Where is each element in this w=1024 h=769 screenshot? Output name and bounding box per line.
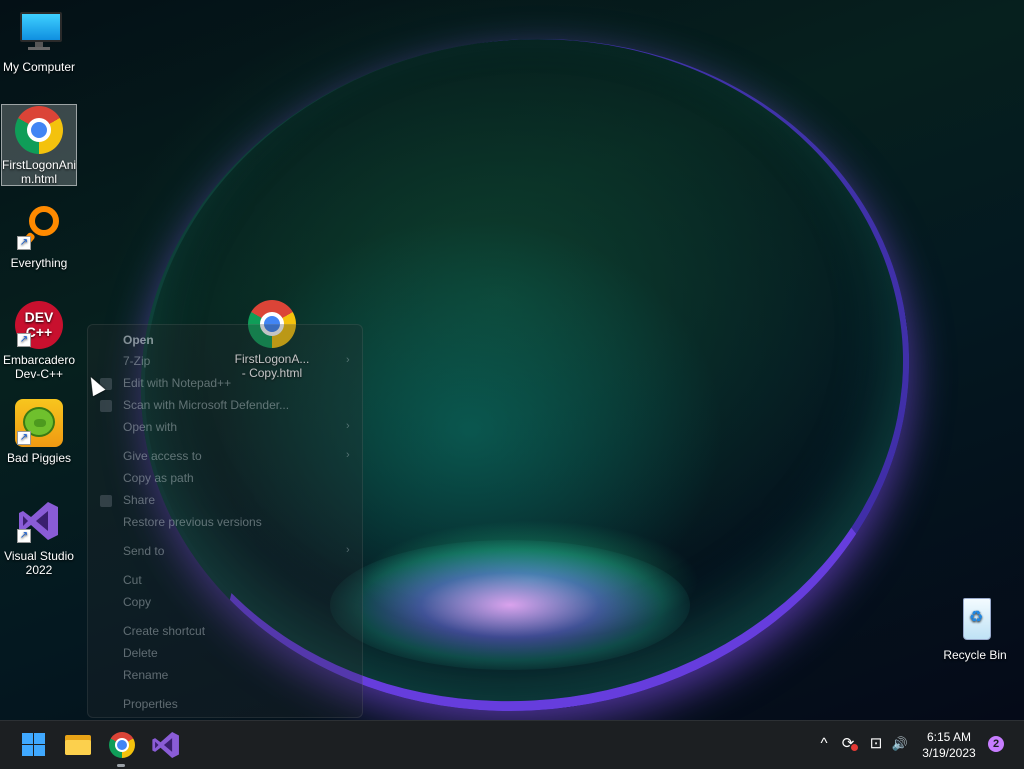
desktop-icon-label: Bad Piggies [6, 451, 72, 465]
desktop-icon-firstlogonanim[interactable]: FirstLogonAni m.html [1, 104, 77, 186]
desktop-icon-label: Everything [10, 256, 68, 270]
context-menu: Open 7-Zip › Edit with Notepad++ Scan wi… [87, 324, 363, 718]
recycle-bin-icon: ♻ [951, 596, 999, 644]
sync-icon[interactable]: ⟳ [838, 735, 858, 753]
menu-item-scan-defender[interactable]: Scan with Microsoft Defender... [123, 398, 289, 412]
visual-studio-icon[interactable] [150, 729, 182, 761]
menu-item-edit-notepadpp[interactable]: Edit with Notepad++ [123, 376, 231, 390]
everything-search-icon: ↗ [15, 204, 63, 252]
bad-piggies-icon: ↗ [15, 399, 63, 447]
menu-item-copy[interactable]: Copy [123, 595, 151, 609]
clock-time: 6:15 AM [926, 730, 972, 744]
desktop-icon-label: Embarcadero Dev-C++ [2, 353, 76, 381]
network-icon[interactable]: ⊡ [866, 735, 886, 753]
sync-error-dot [851, 744, 858, 751]
chrome-icon[interactable] [106, 729, 138, 761]
menu-item-rename[interactable]: Rename [123, 668, 168, 682]
shortcut-arrow-icon: ↗ [17, 236, 31, 250]
chevron-right-icon: › [346, 544, 350, 556]
devcpp-icon: DEV C++ ↗ [15, 301, 63, 349]
desktop-icon-recycle-bin[interactable]: ♻ Recycle Bin [937, 596, 1013, 662]
windows-start-icon[interactable] [20, 729, 52, 761]
desktop-icon-devcpp[interactable]: DEV C++ ↗ Embarcadero Dev-C++ [1, 301, 77, 381]
desktop-icon-label: Visual Studio 2022 [4, 549, 74, 577]
running-indicator [117, 764, 125, 767]
desktop-icon-my-computer[interactable]: My Computer [1, 8, 77, 74]
menu-item-cut[interactable]: Cut [123, 573, 142, 587]
menu-item-delete[interactable]: Delete [123, 646, 158, 660]
volume-icon[interactable]: 🔊 [890, 735, 910, 753]
desktop-icon-visual-studio[interactable]: ↗ Visual Studio 2022 [1, 497, 77, 577]
desktop-icon-bad-piggies[interactable]: ↗ Bad Piggies [1, 399, 77, 465]
menu-item-share[interactable]: Share [123, 493, 155, 507]
shortcut-arrow-icon: ↗ [17, 431, 31, 445]
clock-date: 3/19/2023 [922, 746, 976, 760]
taskbar: ^ ⟳ ⊡ 🔊 6:15 AM 3/19/2023 [0, 720, 1024, 769]
monitor-icon [15, 8, 63, 56]
defender-icon [100, 400, 112, 412]
chevron-right-icon: › [346, 354, 350, 366]
shortcut-arrow-icon: ↗ [17, 333, 31, 347]
chevron-right-icon: › [346, 420, 350, 432]
desktop-icon-everything[interactable]: ↗ Everything [1, 204, 77, 270]
menu-item-properties[interactable]: Properties [123, 697, 178, 711]
visual-studio-icon: ↗ [15, 497, 63, 545]
menu-item-open-with[interactable]: Open with [123, 420, 177, 434]
menu-item-copy-as-path[interactable]: Copy as path [123, 471, 194, 485]
desktop-icon-label: FirstLogonAni m.html [2, 158, 77, 186]
notification-badge[interactable]: 2 [988, 736, 1004, 752]
folder-icon[interactable] [62, 729, 94, 761]
chevron-up-icon[interactable]: ^ [814, 735, 834, 753]
wallpaper-bloom-glow [330, 540, 690, 670]
share-icon [100, 495, 112, 507]
menu-item-create-shortcut[interactable]: Create shortcut [123, 624, 205, 638]
chrome-icon [15, 106, 63, 154]
menu-item-7zip[interactable]: 7-Zip [123, 354, 150, 368]
shortcut-arrow-icon: ↗ [17, 529, 31, 543]
chevron-right-icon: › [346, 449, 350, 461]
menu-item-restore-versions[interactable]: Restore previous versions [123, 515, 262, 529]
menu-item-give-access[interactable]: Give access to [123, 449, 202, 463]
menu-item-send-to[interactable]: Send to [123, 544, 164, 558]
desktop-icon-label: My Computer [2, 60, 76, 74]
desktop-icon-label: Recycle Bin [943, 648, 1007, 662]
clock[interactable]: 6:15 AM 3/19/2023 [916, 729, 982, 761]
menu-item-open[interactable]: Open [123, 333, 154, 347]
